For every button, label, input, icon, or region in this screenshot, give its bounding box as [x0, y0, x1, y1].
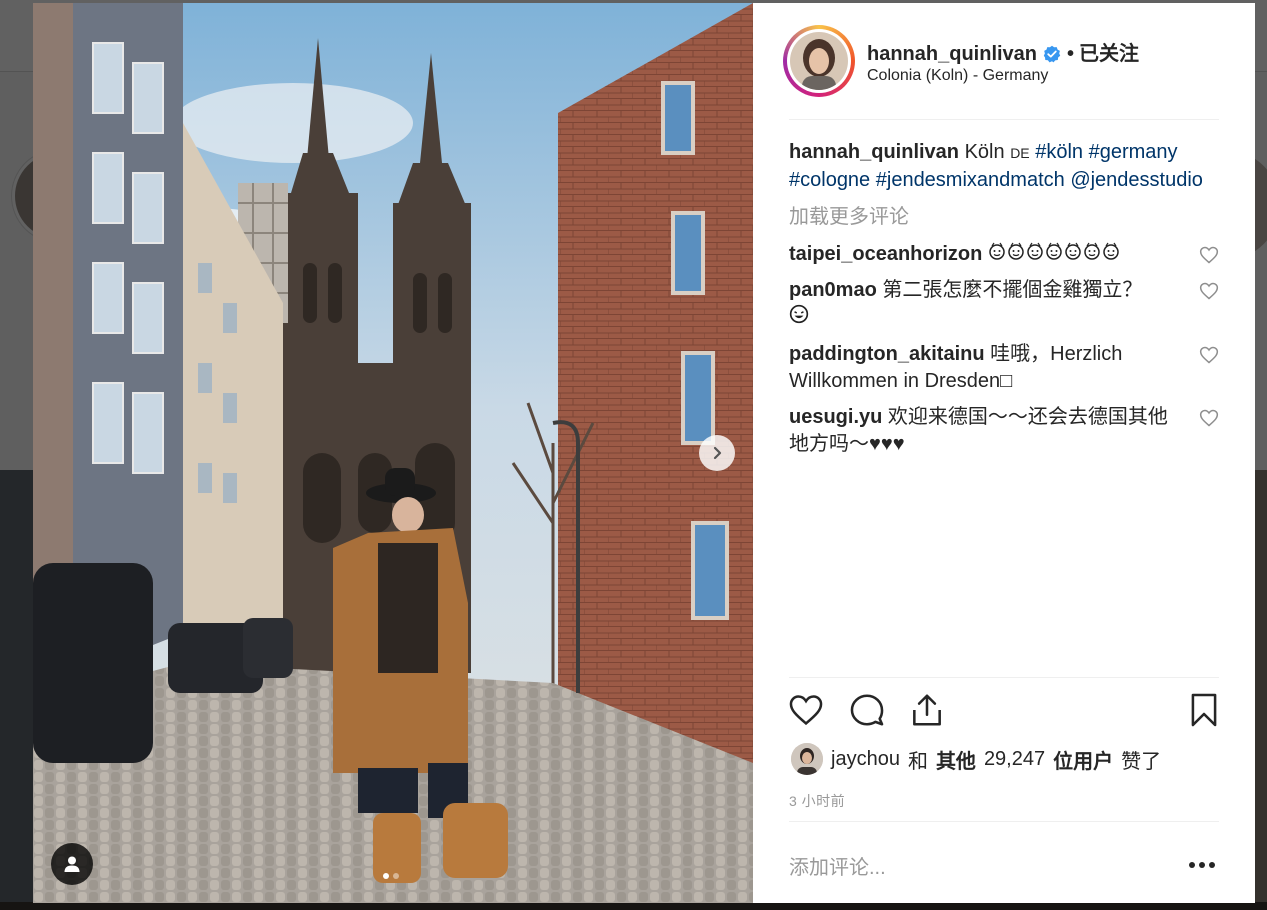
- header-separator: •: [1067, 43, 1075, 65]
- post-timestamp[interactable]: 3 小时前: [789, 791, 845, 811]
- person-icon: [64, 856, 80, 872]
- hashtag-koln[interactable]: #köln: [1035, 141, 1083, 163]
- author-avatar-image: [790, 32, 848, 90]
- post-location[interactable]: Colonia (Koln) - Germany: [867, 67, 1048, 85]
- comment: uesugi.yu 欢迎来德国～～还会去德国其他地方吗～♥♥♥: [789, 404, 1219, 458]
- photo-scene: [33, 3, 753, 903]
- likes-unit[interactable]: 位用户: [1053, 745, 1113, 774]
- chevron-right-icon: [713, 446, 722, 460]
- face-emoji-icon: [1026, 241, 1044, 260]
- comment-username[interactable]: paddington_akitainu: [789, 343, 985, 365]
- comment-like-heart-icon[interactable]: [1199, 281, 1219, 301]
- post-photo[interactable]: [33, 3, 753, 903]
- face-emoji-icon: [1007, 241, 1025, 260]
- caption-username[interactable]: hannah_quinlivan: [789, 141, 959, 163]
- face-emoji-icon: [1083, 241, 1101, 260]
- comment-box-divider: [789, 821, 1219, 822]
- load-more-comments-button[interactable]: 加载更多评论: [789, 204, 1219, 231]
- hashtag-germany[interactable]: #germany: [1089, 141, 1178, 163]
- comment-username[interactable]: uesugi.yu: [789, 406, 882, 428]
- comment-text: 第二張怎麼不擺個金雞獨立？: [882, 279, 1143, 301]
- laughing-emoji-icon: [789, 304, 809, 329]
- face-emoji-icon: [988, 241, 1006, 260]
- actions-divider: [789, 677, 1219, 678]
- liker-username[interactable]: jaychou: [831, 748, 900, 771]
- header-divider: [789, 119, 1219, 120]
- hashtag-jendesmixandmatch[interactable]: #jendesmixandmatch: [876, 169, 1065, 191]
- speech-bubble-icon[interactable]: [848, 691, 886, 729]
- author-username[interactable]: hannah_quinlivan: [867, 43, 1037, 65]
- post-header: hannah_quinlivan • 已关注 Colonia (Koln) - Ge…: [753, 3, 1255, 119]
- likes-summary: jaychou 和 其他 29,247 位用户 赞了: [791, 743, 1221, 775]
- comment-username[interactable]: pan0mao: [789, 279, 877, 301]
- face-emoji-icon: [1045, 241, 1063, 260]
- liker-avatar[interactable]: [791, 743, 823, 775]
- post-modal: hannah_quinlivan • 已关注 Colonia (Koln) - Ge…: [33, 3, 1255, 903]
- caption-text: Köln: [964, 141, 1005, 163]
- share-upload-icon[interactable]: [908, 691, 946, 729]
- post-side-panel: hannah_quinlivan • 已关注 Colonia (Koln) - Ge…: [753, 3, 1255, 903]
- comment-like-heart-icon[interactable]: [1199, 408, 1219, 428]
- de-flag: DE: [1010, 145, 1030, 161]
- next-slide-button[interactable]: [699, 435, 735, 471]
- likes-others[interactable]: 其他: [936, 745, 976, 774]
- user-tags-button[interactable]: [51, 843, 93, 885]
- bookmark-icon[interactable]: [1185, 691, 1223, 729]
- comment-hearts: ♥♥♥: [869, 433, 905, 455]
- carousel-dot: [393, 873, 399, 879]
- comment-like-heart-icon[interactable]: [1199, 345, 1219, 365]
- add-comment-input[interactable]: 添加评论...: [789, 851, 886, 880]
- unrendered-glyph-box: □: [1000, 370, 1013, 392]
- mention-jendesstudio[interactable]: @jendesstudio: [1070, 169, 1203, 191]
- author-avatar[interactable]: [783, 25, 855, 97]
- comment-like-heart-icon[interactable]: [1199, 245, 1219, 265]
- comments-section: hannah_quinlivan Köln DE #köln #germany …: [789, 139, 1219, 467]
- heart-outline-icon[interactable]: [787, 691, 825, 729]
- likes-count[interactable]: 29,247: [984, 748, 1045, 771]
- face-emoji-icon: [1064, 241, 1082, 260]
- carousel-dot-active: [383, 873, 389, 879]
- comment-username[interactable]: taipei_oceanhorizon: [789, 243, 982, 265]
- ellipsis-icon[interactable]: [1189, 859, 1219, 871]
- likes-suffix: 赞了: [1121, 750, 1162, 773]
- likes-and: 和: [907, 750, 928, 773]
- author-name-row: hannah_quinlivan • 已关注: [867, 37, 1139, 69]
- verified-badge-icon: [1043, 45, 1061, 69]
- carousel-indicator: [383, 873, 399, 879]
- comment: taipei_oceanhorizon: [789, 241, 1219, 268]
- post-caption: hannah_quinlivan Köln DE #köln #germany …: [789, 139, 1219, 194]
- hashtag-cologne[interactable]: #cologne: [789, 169, 870, 191]
- comment: pan0mao 第二張怎麼不擺個金雞獨立？: [789, 277, 1219, 332]
- comment-emoji-row: [988, 241, 1121, 265]
- comment: paddington_akitainu 哇哦，Herzlich Willkomm…: [789, 341, 1219, 395]
- face-emoji-icon: [1102, 241, 1120, 260]
- follow-status-button[interactable]: 已关注: [1079, 43, 1139, 65]
